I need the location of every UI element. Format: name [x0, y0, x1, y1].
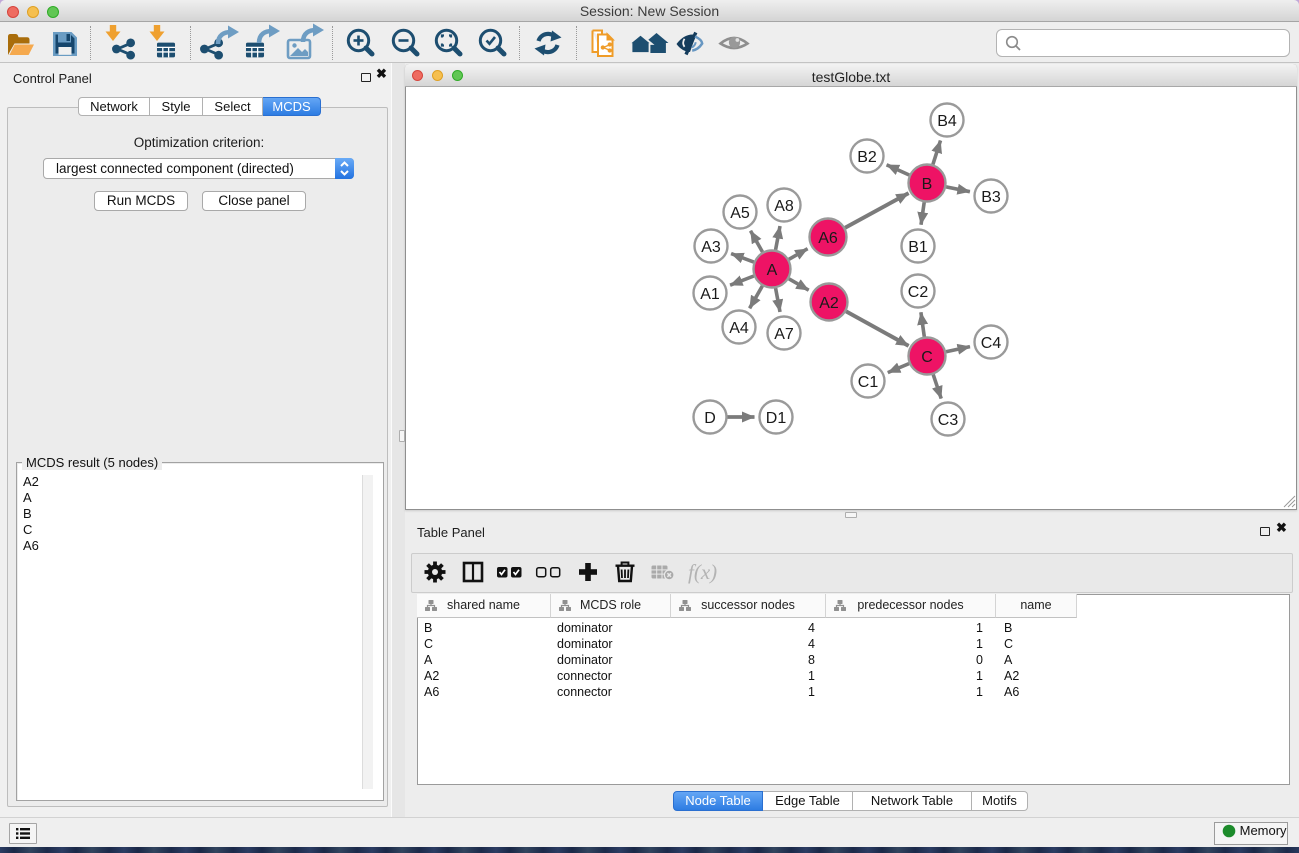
svg-text:A: A — [767, 262, 778, 279]
svg-text:A8: A8 — [774, 198, 794, 215]
svg-text:C: C — [921, 349, 933, 366]
svg-text:A4: A4 — [729, 320, 749, 337]
svg-text:A3: A3 — [701, 239, 721, 256]
svg-text:A7: A7 — [774, 326, 794, 343]
svg-text:B: B — [922, 176, 933, 193]
svg-text:C2: C2 — [908, 284, 929, 301]
svg-text:A5: A5 — [730, 205, 750, 222]
svg-text:A2: A2 — [819, 295, 839, 312]
svg-text:D: D — [704, 410, 716, 427]
svg-text:C4: C4 — [981, 335, 1002, 352]
svg-text:B4: B4 — [937, 113, 957, 130]
svg-text:C3: C3 — [938, 412, 959, 429]
svg-text:B2: B2 — [857, 149, 877, 166]
svg-text:B1: B1 — [908, 239, 928, 256]
svg-text:D1: D1 — [766, 410, 787, 427]
svg-text:C1: C1 — [858, 374, 879, 391]
svg-text:A1: A1 — [700, 286, 720, 303]
svg-text:A6: A6 — [818, 230, 838, 247]
svg-text:B3: B3 — [981, 189, 1001, 206]
svg-text:f(x): f(x) — [688, 560, 717, 584]
